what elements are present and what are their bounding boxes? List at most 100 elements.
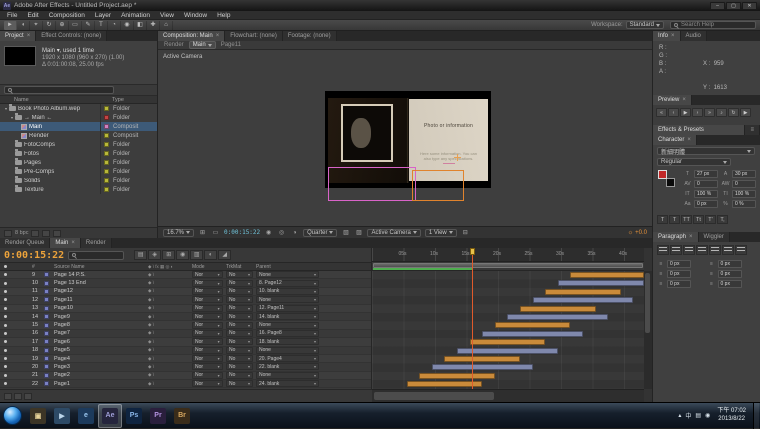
minimize-button[interactable]: – xyxy=(710,2,725,10)
hidden-icons-icon[interactable]: ▴ xyxy=(678,412,681,419)
parent-dropdown[interactable]: 22. blank▾ xyxy=(256,363,319,370)
exposure-control[interactable]: ☼+0.0 xyxy=(628,230,647,236)
trkmat-dropdown[interactable]: No▾ xyxy=(226,322,253,329)
label-color-chip[interactable] xyxy=(44,373,49,378)
close-icon[interactable]: × xyxy=(671,33,675,39)
blend-mode-dropdown[interactable]: Nor▾ xyxy=(192,330,223,337)
layer-switch-icons[interactable]: ◆ \ xyxy=(148,339,192,345)
leading-value[interactable]: 30 px xyxy=(732,170,756,178)
label-color-chip[interactable] xyxy=(104,142,109,147)
label-color-chip[interactable] xyxy=(104,169,109,174)
visibility-eye-icon[interactable] xyxy=(4,298,7,301)
label-color-chip[interactable] xyxy=(104,187,109,192)
layer-switch-icons[interactable]: ◆ \ xyxy=(148,280,192,286)
taskbar-photoshop[interactable]: Ps xyxy=(122,404,146,428)
taskbar-internet-explorer[interactable]: e xyxy=(74,404,98,428)
next-frame-button[interactable]: › xyxy=(692,108,703,117)
spacing-value[interactable]: 0 px xyxy=(718,280,742,288)
project-tab-effect-controls-none[interactable]: Effect Controls: (none) xyxy=(36,31,107,41)
pen-tool[interactable]: ✎ xyxy=(82,21,95,30)
project-item-fotocomps[interactable]: FotoCompsFolder xyxy=(0,140,157,149)
small-caps-button[interactable]: Tt xyxy=(693,215,704,224)
menu-help[interactable]: Help xyxy=(212,11,235,19)
blend-mode-dropdown[interactable]: Nor▾ xyxy=(192,338,223,345)
play-button[interactable]: ▶ xyxy=(680,108,691,117)
blend-mode-dropdown[interactable]: Nor▾ xyxy=(192,305,223,312)
layer-row-page7[interactable]: 16Page7◆ \Nor▾No▾16. Page8▾ xyxy=(0,330,371,338)
column-type[interactable]: Type xyxy=(112,96,124,104)
trkmat-dropdown[interactable]: No▾ xyxy=(226,330,253,337)
layer-row-page12[interactable]: 11Page12◆ \Nor▾No▾10. blank▾ xyxy=(0,288,371,296)
blend-mode-dropdown[interactable]: Nor▾ xyxy=(192,280,223,287)
current-time-indicator[interactable] xyxy=(472,248,473,389)
last-frame-button[interactable]: » xyxy=(704,108,715,117)
mask-shape-tool[interactable]: ▭ xyxy=(69,21,82,30)
time-ruler[interactable]: 05s10s15s20s25s30s35s40s xyxy=(372,248,644,262)
visibility-eye-icon[interactable] xyxy=(4,332,7,335)
visibility-eye-icon[interactable] xyxy=(4,324,7,327)
layer-duration-bar[interactable] xyxy=(558,280,644,286)
layer-switch-icons[interactable]: ◆ \ xyxy=(148,372,192,378)
paragraph-tab-paragraph[interactable]: Paragraph× xyxy=(653,232,699,242)
layer-duration-bar[interactable] xyxy=(419,373,495,379)
region-of-interest-icon[interactable]: ▧ xyxy=(341,229,350,236)
label-color-chip[interactable] xyxy=(44,339,49,344)
expand-transfer-controls-icon[interactable] xyxy=(14,393,22,400)
timeline-tab-main[interactable]: Main× xyxy=(50,238,81,248)
project-search-input[interactable] xyxy=(4,86,114,94)
breadcrumb-render[interactable]: Render xyxy=(164,42,184,48)
vertical-scale-value[interactable]: 100 % xyxy=(694,190,718,198)
resolution-dropdown[interactable]: Quarter xyxy=(303,229,337,237)
trkmat-dropdown[interactable]: No▾ xyxy=(226,271,253,278)
tab-character[interactable]: Character× xyxy=(653,135,697,145)
project-item-texture[interactable]: TextureFolder xyxy=(0,185,157,194)
layer-row-page3[interactable]: 20Page3◆ \Nor▾No▾22. blank▾ xyxy=(0,363,371,371)
layer-duration-bar[interactable] xyxy=(482,331,583,337)
orbit-camera-tool[interactable]: ↻ xyxy=(43,21,56,30)
justify-last-right-button[interactable] xyxy=(722,245,734,255)
expand-layer-switches-icon[interactable] xyxy=(4,393,12,400)
layer-duration-bar[interactable] xyxy=(444,356,520,362)
layer-row-page4[interactable]: 19Page4◆ \Nor▾No▾20. Page4▾ xyxy=(0,355,371,363)
all-caps-button[interactable]: TT xyxy=(681,215,692,224)
volume-icon[interactable]: ◉ xyxy=(705,412,710,419)
project-item-main[interactable]: ▾→ Main ←Folder xyxy=(0,113,157,122)
trkmat-dropdown[interactable]: No▾ xyxy=(226,313,253,320)
label-color-chip[interactable] xyxy=(44,323,49,328)
layer-row-page11[interactable]: 12Page11◆ \Nor▾No▾None▾ xyxy=(0,296,371,304)
parent-dropdown[interactable]: None▾ xyxy=(256,271,319,278)
taskbar-clock[interactable]: 下午 07:02 2013/8/22 xyxy=(713,408,750,423)
layer-row-page2[interactable]: 21Page2◆ \Nor▾No▾None▾ xyxy=(0,372,371,380)
layer-row-page1[interactable]: 22Page1◆ \Nor▾No▾24. blank▾ xyxy=(0,380,371,388)
vertical-scrollbar[interactable] xyxy=(644,271,652,389)
comp-tab-flowchart-none[interactable]: Flowchart: (none) xyxy=(225,31,283,41)
label-color-chip[interactable] xyxy=(104,124,109,129)
comp-tab-footage-none[interactable]: Footage: (none) xyxy=(283,31,337,41)
safe-areas-icon[interactable]: ⊞ xyxy=(198,229,207,236)
layer-wireframe-magenta[interactable] xyxy=(328,167,416,201)
layer-switch-icons[interactable]: ◆ \ xyxy=(148,314,192,320)
layer-row-page10[interactable]: 13Page10◆ \Nor▾No▾12. Page11▾ xyxy=(0,305,371,313)
mask-visibility-icon[interactable]: ▭ xyxy=(211,229,220,236)
visibility-eye-icon[interactable] xyxy=(4,282,7,285)
pan-behind-tool[interactable]: ⊕ xyxy=(56,21,69,30)
align-right-button[interactable] xyxy=(683,245,695,255)
magnification-dropdown[interactable]: 16.7% xyxy=(163,229,194,237)
layer-track-area[interactable] xyxy=(372,271,644,389)
column-name[interactable]: Name xyxy=(14,96,29,104)
layer-row-page-14-p-s[interactable]: 9Page 14 P.S.◆ \Nor▾No▾None▾ xyxy=(0,271,371,279)
tab-preview[interactable]: Preview× xyxy=(653,95,692,105)
taskbar-explorer[interactable]: ▣ xyxy=(26,404,50,428)
label-color-chip[interactable] xyxy=(104,106,109,111)
puppet-pin-tool[interactable]: ✚ xyxy=(147,21,160,30)
first-frame-button[interactable]: « xyxy=(656,108,667,117)
vertical-scroll-thumb[interactable] xyxy=(645,273,650,333)
justify-last-center-button[interactable] xyxy=(709,245,721,255)
visibility-eye-icon[interactable] xyxy=(4,374,7,377)
taskbar-after-effects[interactable]: Ae xyxy=(98,404,122,428)
view-dropdown[interactable]: Active Camera xyxy=(367,229,420,237)
label-color-chip[interactable] xyxy=(44,289,49,294)
justify-all-button[interactable] xyxy=(735,245,747,255)
layer-switch-icons[interactable]: ◆ \ xyxy=(148,297,192,303)
loop-button[interactable]: ↻ xyxy=(728,108,739,117)
